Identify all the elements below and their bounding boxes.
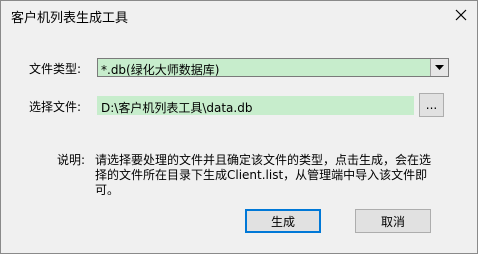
dropdown-button[interactable] xyxy=(430,59,448,76)
cancel-button[interactable]: 取消 xyxy=(355,209,431,233)
dialog-body: 文件类型: *.db(绿化大师数据库) 选择文件: D:\客户机列表工具\dat… xyxy=(5,29,473,249)
generate-button[interactable]: 生成 xyxy=(245,209,321,233)
chevron-down-icon xyxy=(435,64,444,70)
window-title: 客户机列表生成工具 xyxy=(11,11,129,26)
file-type-value: *.db(绿化大师数据库) xyxy=(101,63,220,77)
description-prefix: 说明: xyxy=(57,153,86,167)
file-type-label: 文件类型: xyxy=(29,62,82,76)
title-bar: 客户机列表生成工具 xyxy=(1,1,477,29)
browse-button[interactable]: ... xyxy=(419,93,444,117)
close-button[interactable] xyxy=(445,1,477,29)
description-text: 请选择要处理的文件并且确定该文件的类型，点击生成，会在选择的文件所在目录下生成C… xyxy=(95,153,432,197)
close-icon xyxy=(455,9,467,21)
file-type-select[interactable]: *.db(绿化大师数据库) xyxy=(97,58,449,77)
dialog-window: 客户机列表生成工具 文件类型: *.db(绿化大师数据库) 选择文件: D:\客… xyxy=(0,0,478,254)
file-path-input[interactable]: D:\客户机列表工具\data.db xyxy=(97,96,414,115)
file-path-label: 选择文件: xyxy=(29,100,82,114)
